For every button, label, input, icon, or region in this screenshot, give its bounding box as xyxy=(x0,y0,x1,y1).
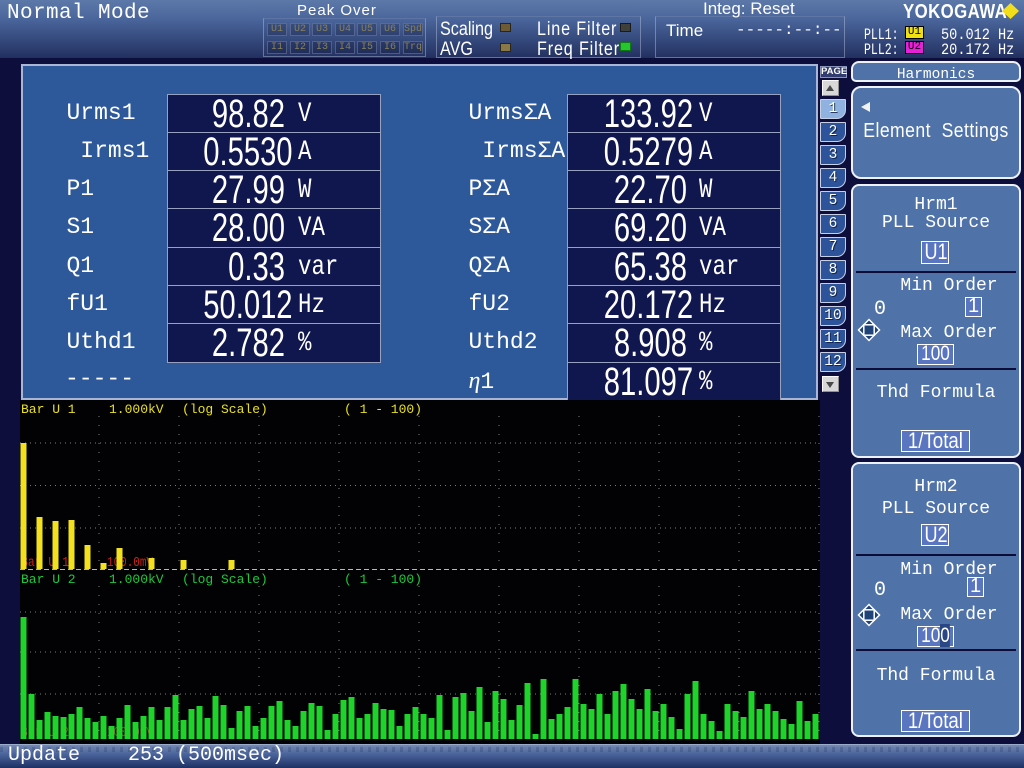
svg-text:(log Scale): (log Scale) xyxy=(182,402,268,417)
svg-text:( 1 - 100): ( 1 - 100) xyxy=(344,572,422,587)
svg-text:Bar U 1: Bar U 1 xyxy=(21,402,76,417)
svg-text:Bar U 1: Bar U 1 xyxy=(21,556,69,571)
svg-text:1.000kV: 1.000kV xyxy=(109,572,164,587)
svg-text:( 1 - 100): ( 1 - 100) xyxy=(344,402,422,417)
svg-text:1.000kV: 1.000kV xyxy=(109,402,164,417)
svg-text:100.0mV: 100.0mV xyxy=(107,556,154,571)
svg-text:(log Scale): (log Scale) xyxy=(182,572,268,587)
svg-text:Bar U 2: Bar U 2 xyxy=(21,572,76,587)
